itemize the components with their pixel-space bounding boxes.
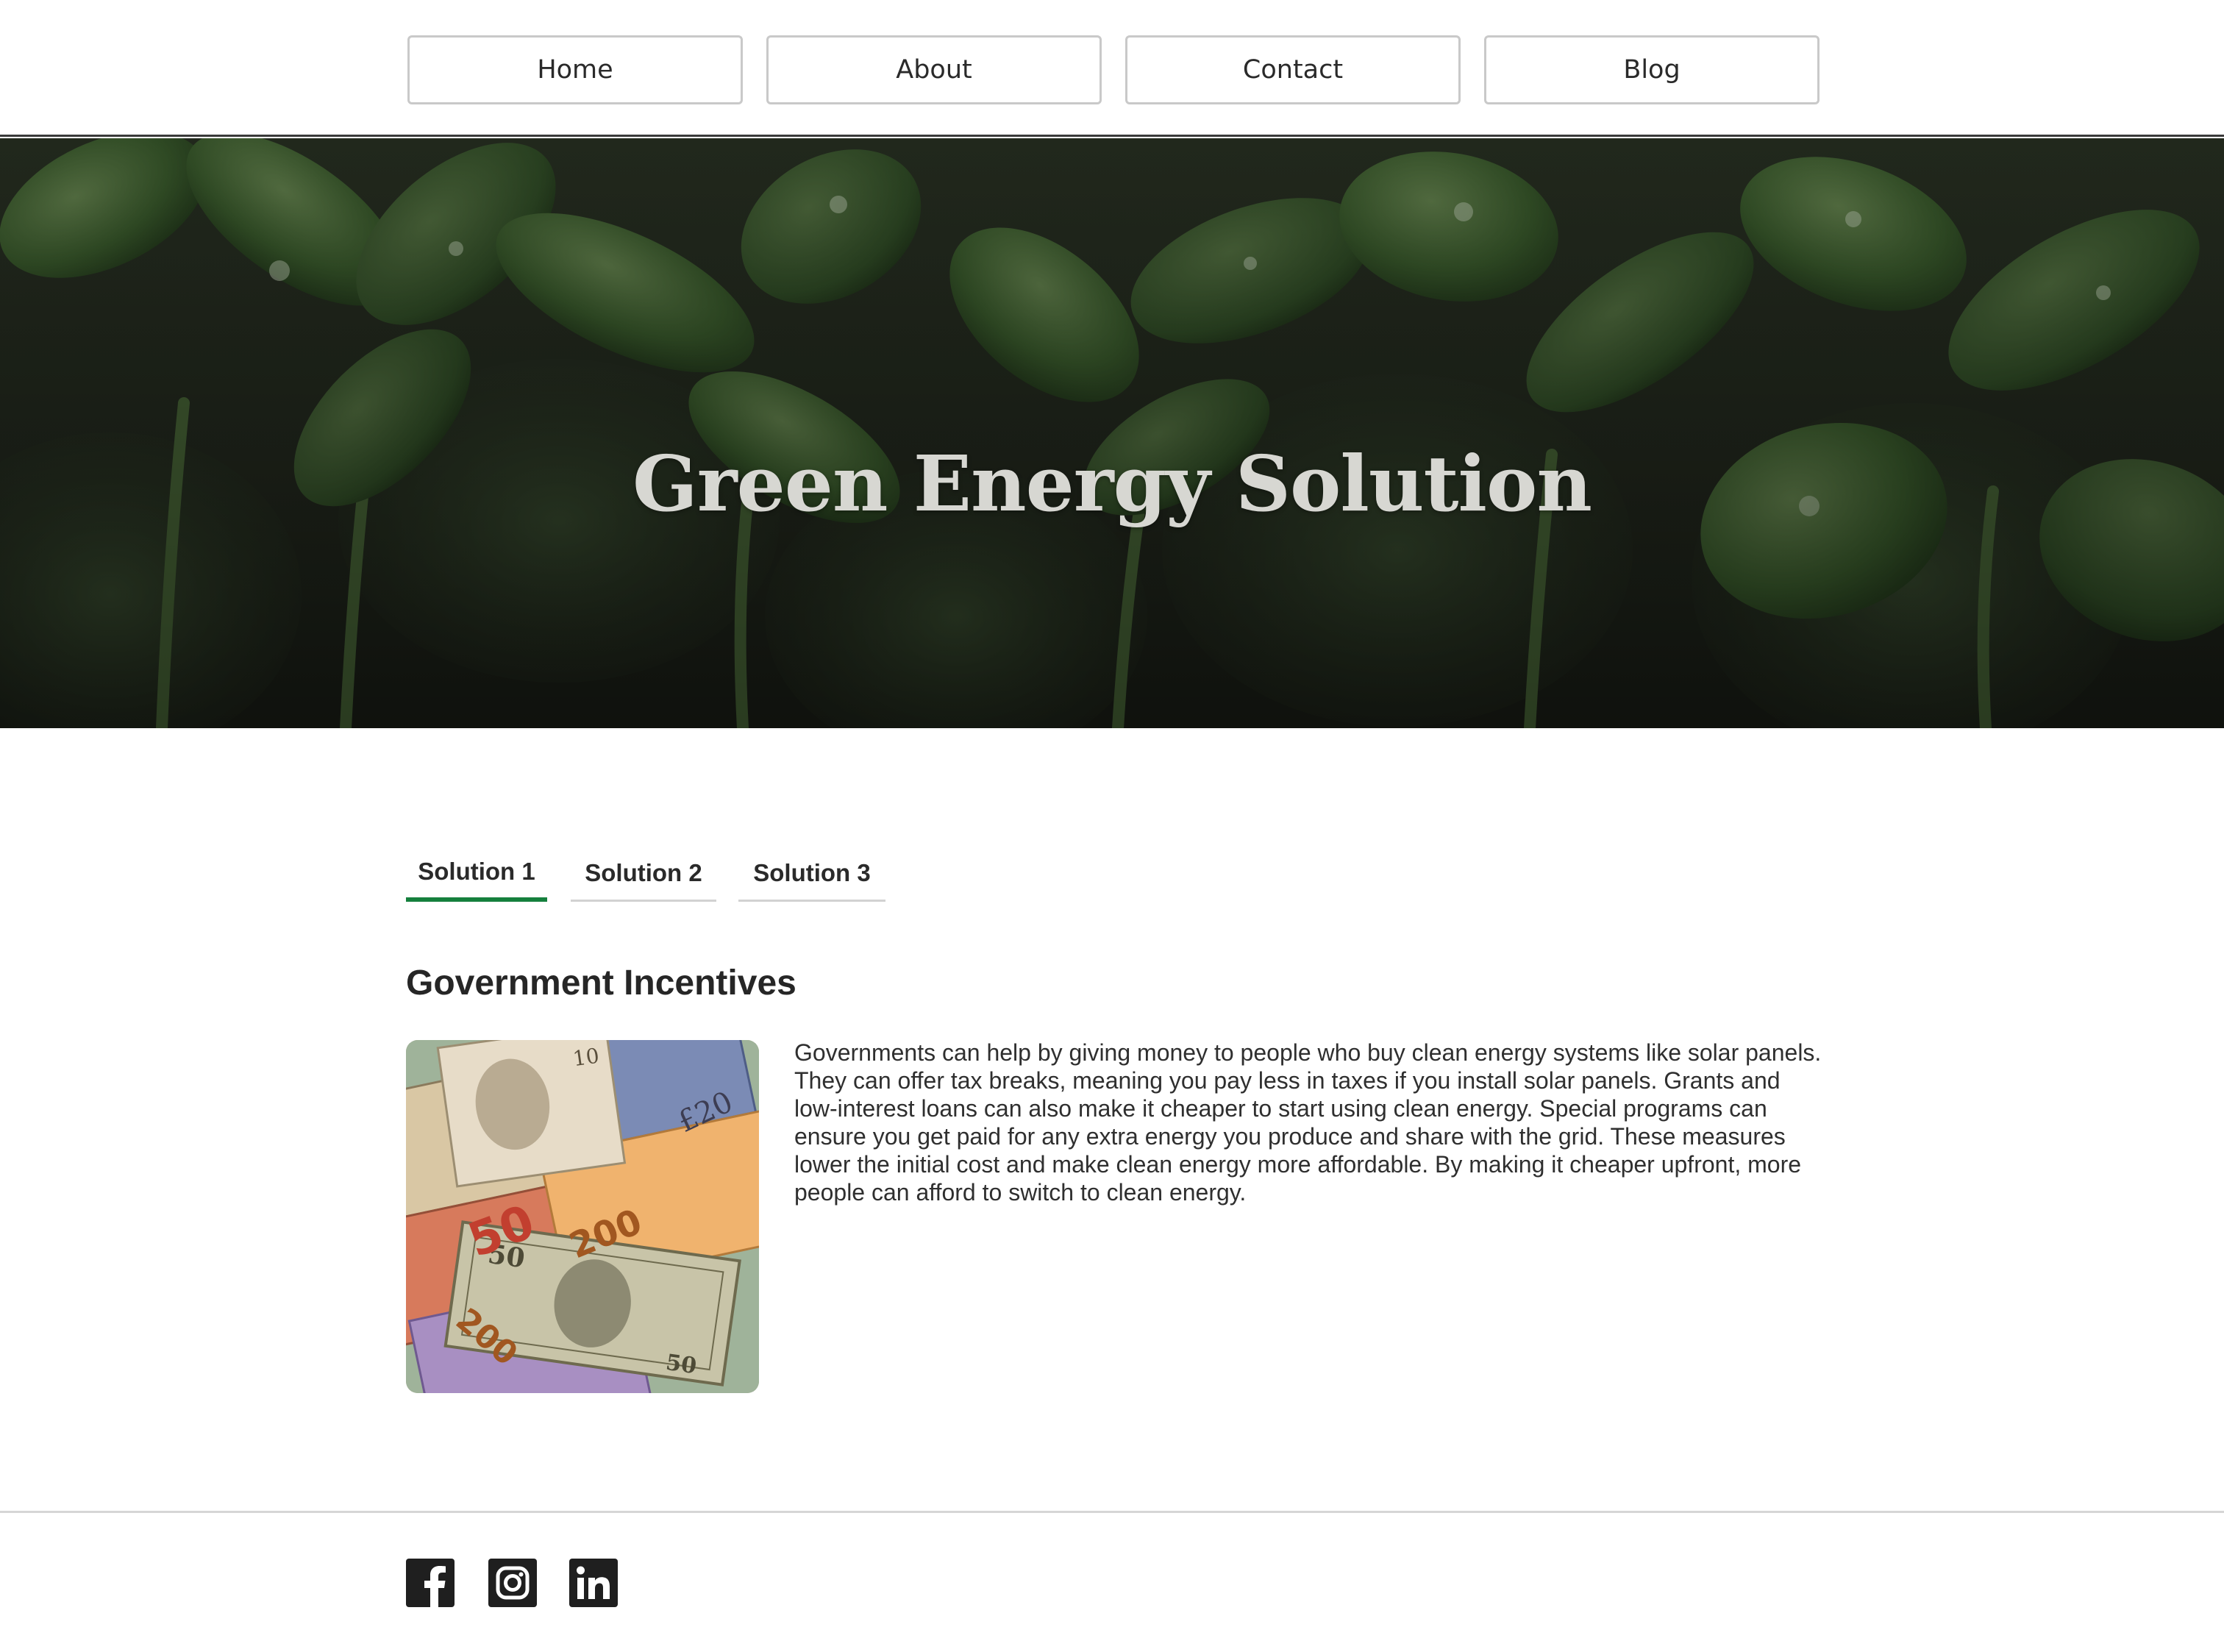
tab-solution-2[interactable]: Solution 2 <box>571 846 716 902</box>
nav-home-button[interactable]: Home <box>407 35 743 104</box>
hero-title: Green Energy Solution <box>632 438 1592 529</box>
nav-contact-button[interactable]: Contact <box>1125 35 1461 104</box>
facebook-icon[interactable] <box>406 1559 455 1607</box>
nav-blog-button[interactable]: Blog <box>1484 35 1820 104</box>
linkedin-icon[interactable] <box>569 1559 618 1607</box>
banknotes-illustration: 50 50 10 50 200 200 £20 <box>406 1040 759 1393</box>
nav-about-button[interactable]: About <box>766 35 1102 104</box>
tab-solution-1[interactable]: Solution 1 <box>406 846 547 902</box>
section-heading: Government Incentives <box>406 964 796 1003</box>
top-navigation: Home About Contact Blog <box>0 0 2224 137</box>
instagram-icon[interactable] <box>488 1559 537 1607</box>
hero-banner: Green Energy Solution <box>0 138 2224 728</box>
svg-text:10: 10 <box>571 1044 601 1072</box>
section-body-text: Governments can help by giving money to … <box>794 1039 1822 1206</box>
footer <box>0 1511 2224 1652</box>
banknotes-image: 50 50 10 50 200 200 £20 <box>406 1040 759 1393</box>
hero-background-image <box>0 138 2224 728</box>
svg-text:50: 50 <box>664 1350 698 1379</box>
tab-solution-3[interactable]: Solution 3 <box>738 846 885 902</box>
